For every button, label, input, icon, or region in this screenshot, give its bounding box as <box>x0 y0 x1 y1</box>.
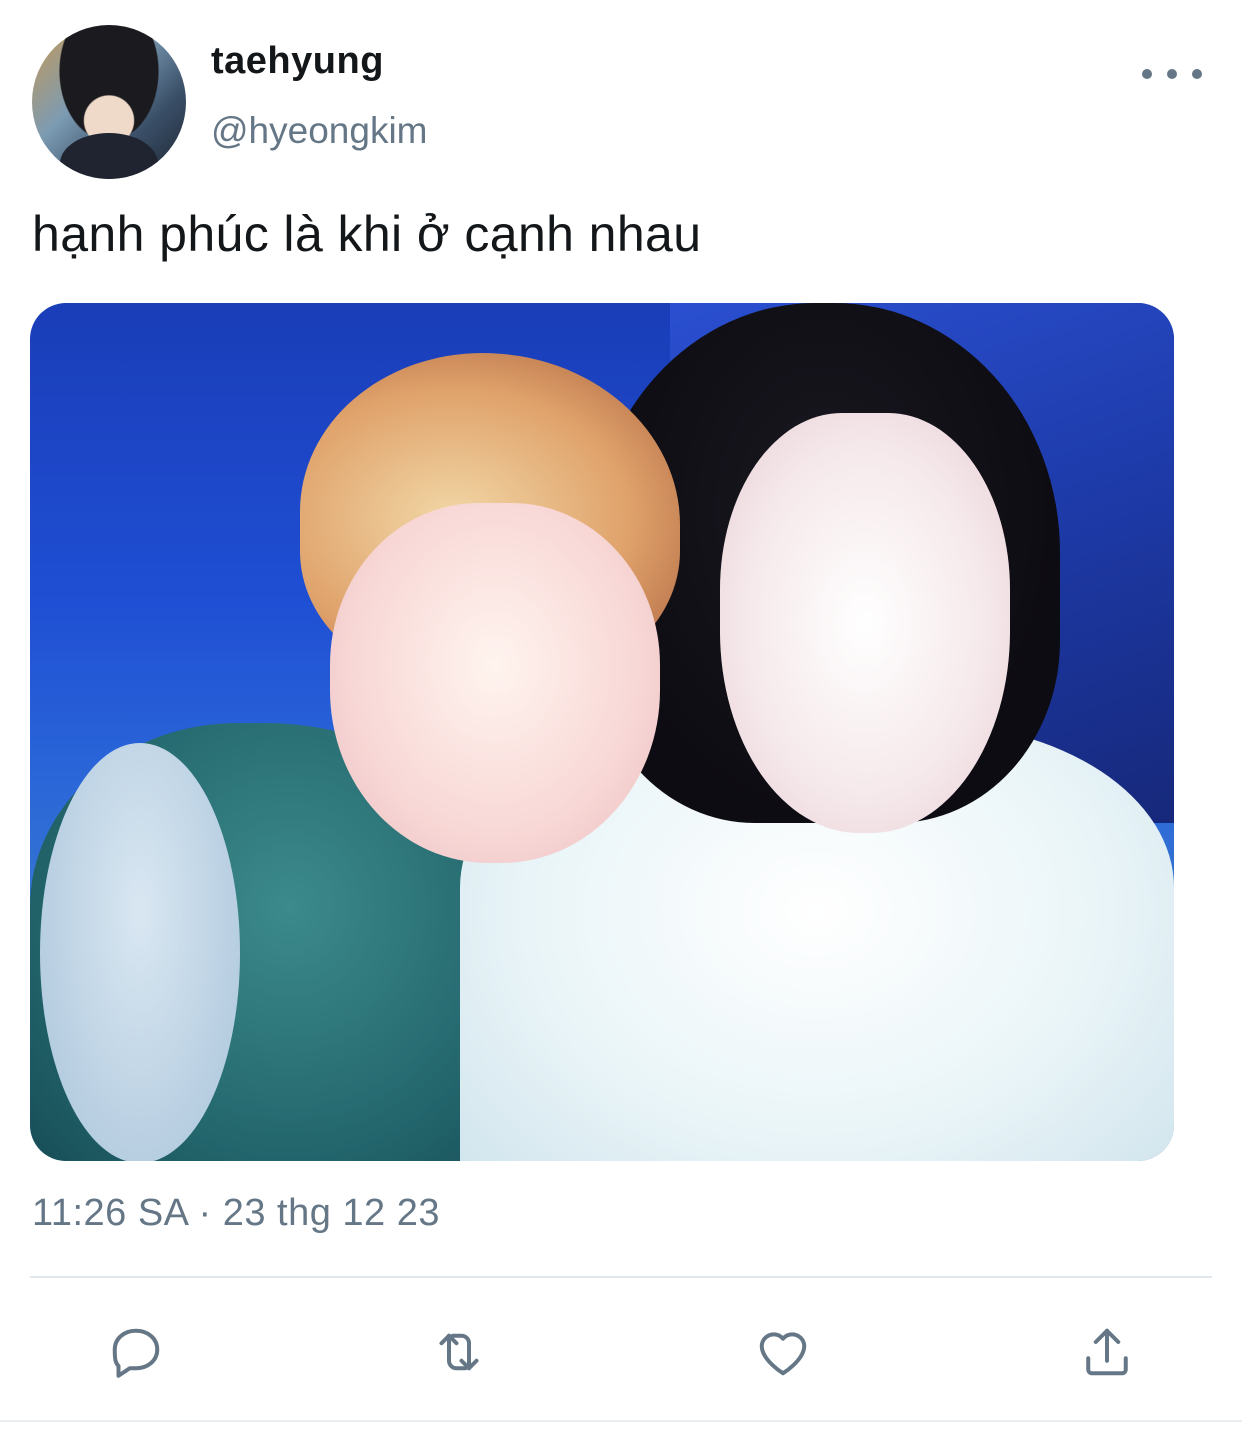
retweet-icon <box>439 1333 479 1371</box>
tweet-text: hạnh phúc là khi ở cạnh nhau <box>32 206 702 262</box>
tweet-timestamp[interactable]: 11:26 SA · 23 thg 12 23 <box>32 1192 440 1235</box>
more-dot-icon <box>1142 69 1152 79</box>
photo-person-left-face <box>330 503 660 863</box>
more-options-button[interactable] <box>1142 56 1202 92</box>
divider <box>0 1420 1242 1422</box>
reply-button[interactable] <box>104 1320 168 1384</box>
user-handle[interactable]: @hyeongkim <box>211 110 428 152</box>
retweet-button[interactable] <box>427 1320 491 1384</box>
display-name[interactable]: taehyung <box>211 40 384 83</box>
like-button[interactable] <box>751 1320 815 1384</box>
heart-icon <box>759 1332 807 1376</box>
more-dot-icon <box>1192 69 1202 79</box>
tweet-photo[interactable] <box>30 303 1174 1161</box>
more-dot-icon <box>1167 69 1177 79</box>
divider <box>30 1276 1212 1278</box>
share-button[interactable] <box>1075 1320 1139 1384</box>
photo-person-right-face <box>720 413 1010 833</box>
photo-person-left-arm <box>40 743 240 1161</box>
avatar[interactable] <box>32 25 186 179</box>
reply-icon <box>112 1328 160 1378</box>
share-icon <box>1086 1328 1128 1376</box>
avatar-shoulders <box>59 132 159 179</box>
